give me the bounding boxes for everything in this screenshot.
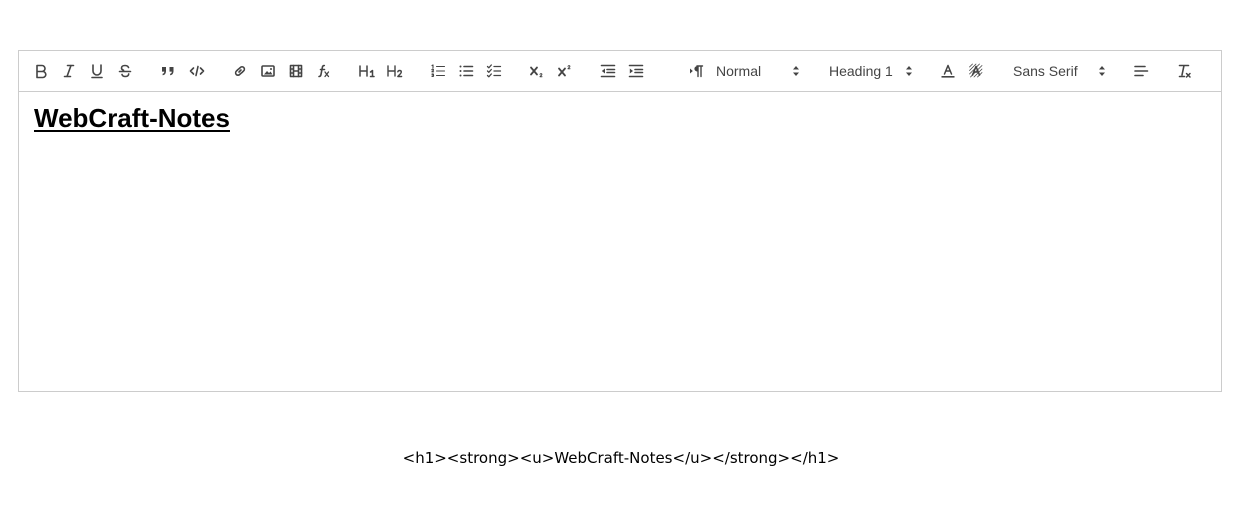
video-button[interactable] [286,51,306,91]
bold-icon [36,64,47,79]
picker-arrows-icon [1098,64,1106,78]
header-size-picker[interactable]: Normal [716,51,800,91]
direction-button[interactable] [686,51,708,91]
text-direction-icon [690,65,704,78]
heading-picker-label: Heading 1 [829,63,893,79]
formula-button[interactable] [314,51,334,91]
strike-button[interactable] [115,51,135,91]
blockquote-icon [162,67,174,76]
superscript-button[interactable] [555,51,575,91]
font-family-picker-label: Sans Serif [1013,63,1078,79]
header-size-picker-label: Normal [716,63,762,79]
text-color-icon [941,64,955,78]
subscript-button[interactable] [527,51,547,91]
ordered-list-icon [431,64,446,78]
outdent-icon [600,64,616,78]
link-button[interactable] [230,51,250,91]
editor-toolbar: Normal Heading 1 Sans Serif [19,51,1221,92]
superscript-icon [558,65,571,77]
picker-arrows-icon [792,64,800,78]
html-output: <h1><strong><u>WebCraft-Notes</u></stron… [402,449,840,467]
video-icon [289,64,303,78]
background-color-button[interactable] [966,51,986,91]
align-left-icon [1134,65,1149,77]
heading-picker[interactable]: Heading 1 [829,51,913,91]
align-button[interactable] [1131,51,1151,91]
heading-1-icon [359,65,375,78]
bullet-list-button[interactable] [456,51,476,91]
document-heading[interactable]: WebCraft-Notes [34,103,230,133]
editor-content[interactable]: WebCraft-Notes [34,103,230,133]
clear-formatting-icon [1178,64,1191,78]
code-icon [189,65,205,77]
header-2-button[interactable] [384,51,406,91]
blockquote-button[interactable] [158,51,178,91]
checklist-icon [486,64,502,78]
link-icon [234,66,246,76]
check-list-button[interactable] [484,51,504,91]
underline-icon [91,64,103,79]
rich-text-editor: Normal Heading 1 Sans Serif WebCraft-Not… [18,50,1222,392]
italic-button[interactable] [59,51,79,91]
bold-button[interactable] [31,51,51,91]
subscript-icon [530,66,543,78]
formula-icon [318,64,330,78]
picker-arrows-icon [905,64,913,78]
code-block-button[interactable] [187,51,207,91]
clean-format-button[interactable] [1174,51,1194,91]
outdent-button[interactable] [598,51,618,91]
heading-2-icon [387,65,403,78]
header-1-button[interactable] [356,51,378,91]
image-icon [261,65,275,77]
underline-button[interactable] [87,51,107,91]
indent-button[interactable] [626,51,646,91]
strikethrough-icon [118,64,132,78]
bullet-list-icon [459,65,474,77]
italic-icon [63,64,75,78]
indent-icon [628,64,644,78]
background-color-icon [969,63,983,78]
text-color-button[interactable] [938,51,958,91]
image-button[interactable] [258,51,278,91]
heading-text: WebCraft-Notes [34,103,230,133]
ordered-list-button[interactable] [428,51,448,91]
font-family-picker[interactable]: Sans Serif [1013,51,1106,91]
